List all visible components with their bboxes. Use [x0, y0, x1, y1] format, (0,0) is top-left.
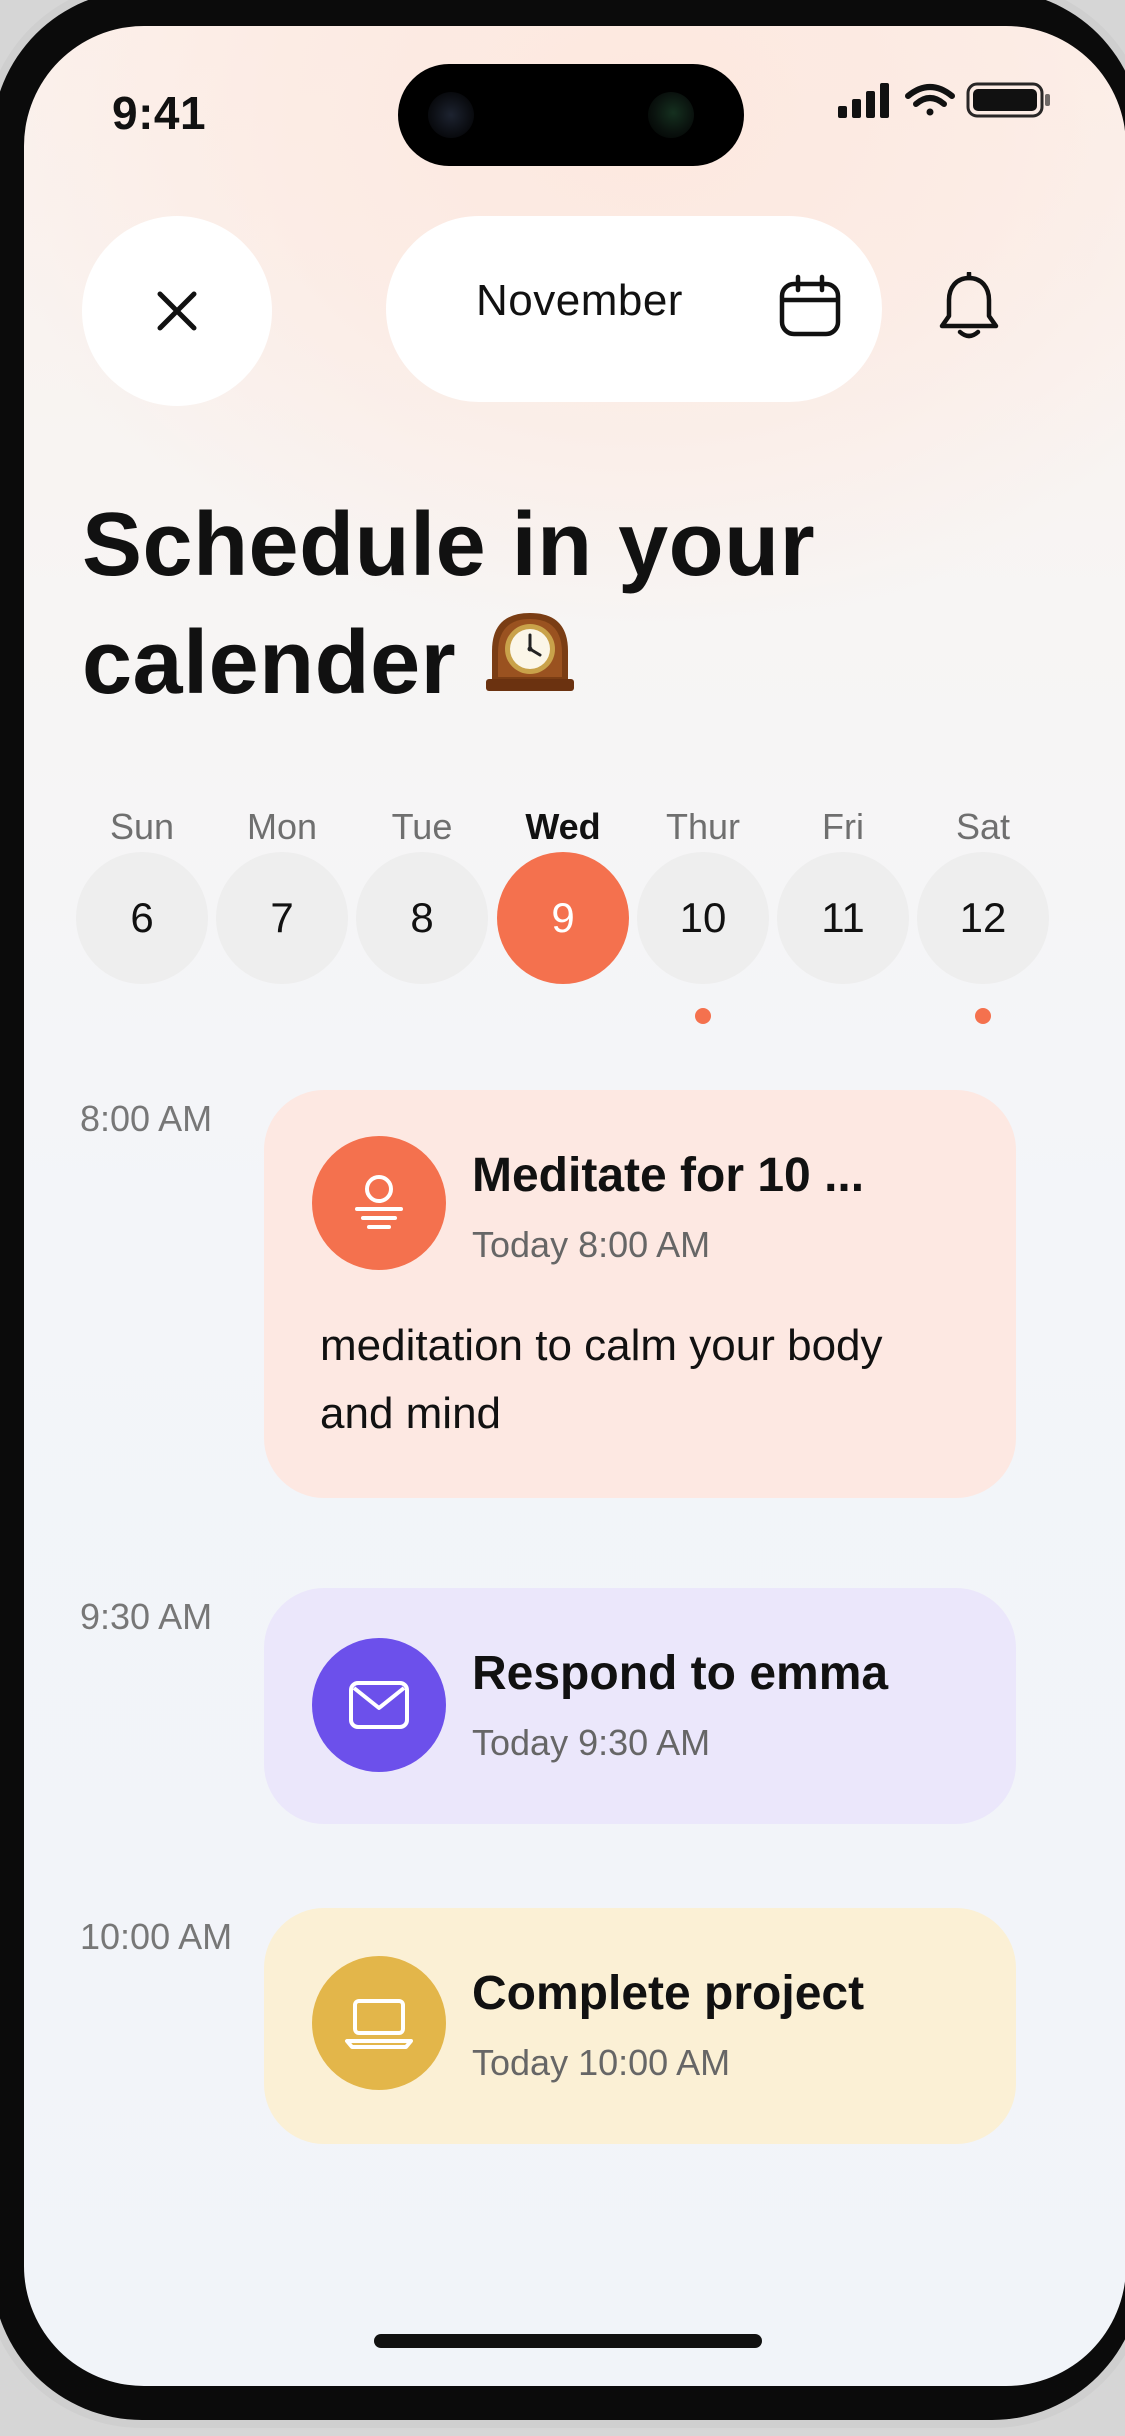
page-title: Schedule in your calender: [82, 486, 982, 722]
page-title-line1: Schedule in your: [82, 495, 816, 595]
status-time: 9:41: [112, 87, 207, 139]
event-card-respond-emma[interactable]: Respond to emma Today 9:30 AM: [264, 1588, 1016, 1824]
battery-icon: [966, 82, 1050, 118]
event-title: Complete project: [472, 1967, 865, 2020]
day-7[interactable]: 7: [216, 852, 348, 984]
calendar-icon: [778, 274, 842, 343]
day-name-fri: Fri: [822, 806, 864, 847]
day-8[interactable]: 8: [356, 852, 488, 984]
day-10[interactable]: 10: [637, 852, 769, 984]
event-description: meditation to calm your body and mind: [320, 1321, 883, 1438]
camera-sensor: [428, 92, 474, 138]
bell-icon: [939, 270, 999, 339]
event-dot-10: [695, 1008, 711, 1024]
event-card-complete-project[interactable]: Complete project Today 10:00 AM: [264, 1908, 1016, 2144]
event-time: Today 9:30 AM: [472, 1722, 711, 1763]
mail-icon: [312, 1638, 446, 1772]
day-9-selected[interactable]: 9: [497, 852, 629, 984]
day-6[interactable]: 6: [76, 852, 208, 984]
laptop-icon: [312, 1956, 446, 2090]
signal-icon: [838, 83, 889, 118]
screen: 9:41 November Schedule in your calender …: [24, 26, 1125, 2386]
event-time: Today 8:00 AM: [472, 1224, 711, 1265]
dynamic-island: [398, 64, 744, 166]
day-12[interactable]: 12: [917, 852, 1049, 984]
day-name-sun: Sun: [109, 806, 175, 847]
meditation-icon: [312, 1136, 446, 1270]
event-dot-12: [975, 1008, 991, 1024]
close-button[interactable]: [82, 216, 272, 406]
month-selector[interactable]: November: [386, 216, 882, 402]
event-time: Today 10:00 AM: [472, 2042, 731, 2083]
front-camera: [648, 92, 694, 138]
event-title: Respond to emma: [472, 1647, 889, 1700]
page-title-line2: calender: [82, 613, 457, 713]
time-slot-10am: 10:00 AM: [80, 1916, 233, 1957]
day-name-tue: Tue: [391, 806, 453, 847]
day-11[interactable]: 11: [777, 852, 909, 984]
status-icons: [838, 80, 1068, 120]
day-name-mon: Mon: [246, 806, 318, 847]
month-label: November: [476, 276, 683, 325]
day-name-thur: Thur: [665, 806, 741, 847]
home-indicator[interactable]: [374, 2334, 762, 2348]
event-title: Meditate for 10 ...: [472, 1149, 865, 1202]
day-name-sat: Sat: [955, 806, 1011, 847]
notifications-button[interactable]: [938, 270, 1000, 347]
close-icon: [157, 291, 197, 331]
event-card-meditate[interactable]: Meditate for 10 ... Today 8:00 AM medita…: [264, 1090, 1016, 1498]
day-name-wed: Wed: [525, 806, 601, 847]
time-slot-8am: 8:00 AM: [80, 1098, 213, 1139]
wifi-icon: [905, 84, 955, 116]
mantel-clock-icon: [482, 604, 578, 722]
time-slot-930am: 9:30 AM: [80, 1596, 213, 1637]
